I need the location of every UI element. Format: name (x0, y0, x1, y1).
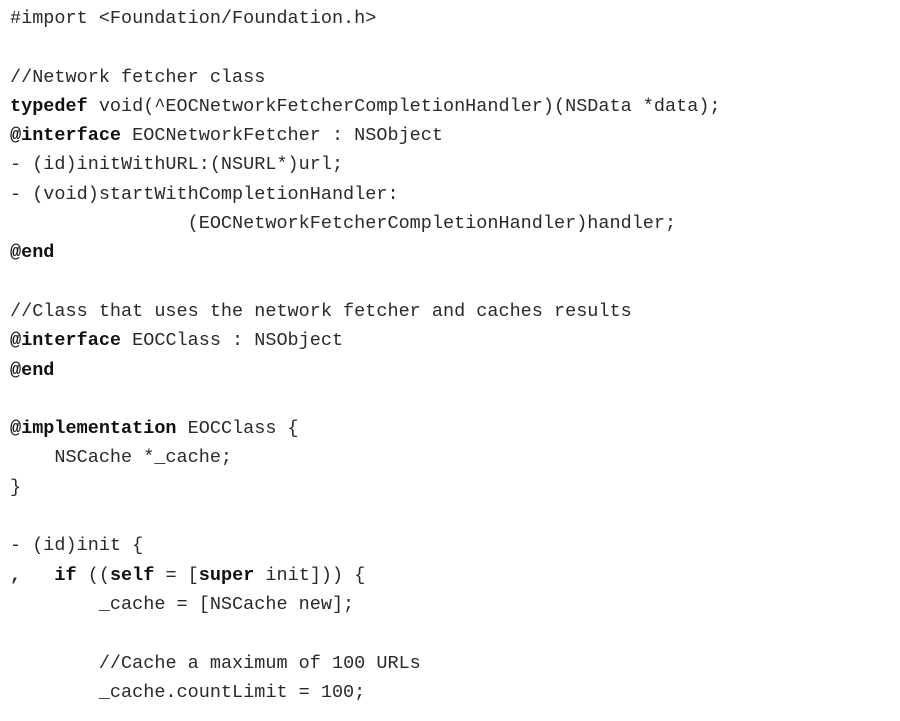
code-line-end-2: @end (10, 356, 890, 385)
code-line-interface-fetcher: @interface EOCNetworkFetcher : NSObject (10, 121, 890, 150)
code-keyword: @interface (10, 330, 122, 352)
code-line-interface-class: @interface EOCClass : NSObject (10, 326, 890, 355)
code-line-blank-4 (10, 502, 890, 531)
code-line-comment-limit: //Cache a maximum of 100 URLs (10, 649, 890, 678)
code-text: (( (76, 564, 110, 586)
code-comment: //Cache a maximum of 100 URLs (98, 652, 421, 674)
code-line-comment-network: //Network fetcher class (10, 63, 890, 92)
code-text: #import <Foundation/Foundation.h> (10, 8, 377, 29)
code-line-if-self: , if ((self = [super init])) { (10, 561, 890, 590)
code-comment: //Network fetcher class (10, 66, 266, 88)
code-text: _cache = [NSCache new]; (10, 593, 355, 615)
code-keyword: super (198, 564, 255, 586)
code-keyword: @interface (10, 125, 122, 147)
code-text: - (void)startWithCompletionHandler: (10, 183, 399, 205)
code-line-end-1: @end (10, 238, 890, 267)
code-line-count-limit: _cache.countLimit = 100; (10, 678, 890, 707)
code-text: = [ (154, 564, 199, 586)
code-text: - (id)init { (10, 535, 144, 557)
code-text: _cache.countLimit = 100; (10, 681, 366, 703)
code-line-ivar-cache: NSCache *_cache; (10, 443, 890, 472)
code-keyword: @end (10, 242, 55, 264)
code-line-method-start-cont: (EOCNetworkFetcherCompletionHandler)hand… (10, 209, 890, 238)
code-line-method-init-url: - (id)initWithURL:(NSURL*)url; (10, 150, 890, 179)
code-text: NSCache *_cache; (10, 447, 233, 469)
code-keyword: @end (10, 359, 55, 381)
code-text: EOCClass : NSObject (121, 330, 344, 352)
code-listing: #import <Foundation/Foundation.h> //Netwo… (10, 4, 890, 714)
code-line-blank-2 (10, 268, 890, 297)
code-text: EOCNetworkFetcher : NSObject (121, 125, 443, 147)
code-line-cache-new: _cache = [NSCache new]; (10, 590, 890, 619)
code-text: } (10, 476, 22, 498)
code-line-method-init: - (id)init { (10, 531, 890, 560)
code-line-method-start: - (void)startWithCompletionHandler: (10, 180, 890, 209)
code-text: void(^EOCNetworkFetcherCompletionHandler… (87, 95, 721, 117)
code-line-import: #import <Foundation/Foundation.h> (10, 4, 890, 33)
code-text: EOCClass { (176, 418, 299, 440)
code-text: init])) { (254, 564, 366, 586)
code-line-blank-5 (10, 619, 890, 648)
margin-mark: , (10, 564, 22, 586)
code-text: - (id)initWithURL:(NSURL*)url; (10, 154, 344, 176)
code-line-comment-class: //Class that uses the network fetcher an… (10, 297, 890, 326)
code-keyword: @implementation (10, 418, 177, 440)
code-line-typedef: typedef void(^EOCNetworkFetcherCompletio… (10, 92, 890, 121)
code-text: (EOCNetworkFetcherCompletionHandler)hand… (10, 213, 677, 235)
code-line-implementation: @implementation EOCClass { (10, 414, 890, 443)
code-keyword: self (109, 564, 155, 586)
code-comment: //Class that uses the network fetcher an… (10, 300, 632, 322)
code-line-close-brace: } (10, 473, 890, 502)
code-keyword: typedef (10, 95, 88, 117)
code-line-blank-3 (10, 385, 890, 414)
code-keyword: if (54, 564, 77, 586)
code-line-blank-1 (10, 33, 890, 62)
